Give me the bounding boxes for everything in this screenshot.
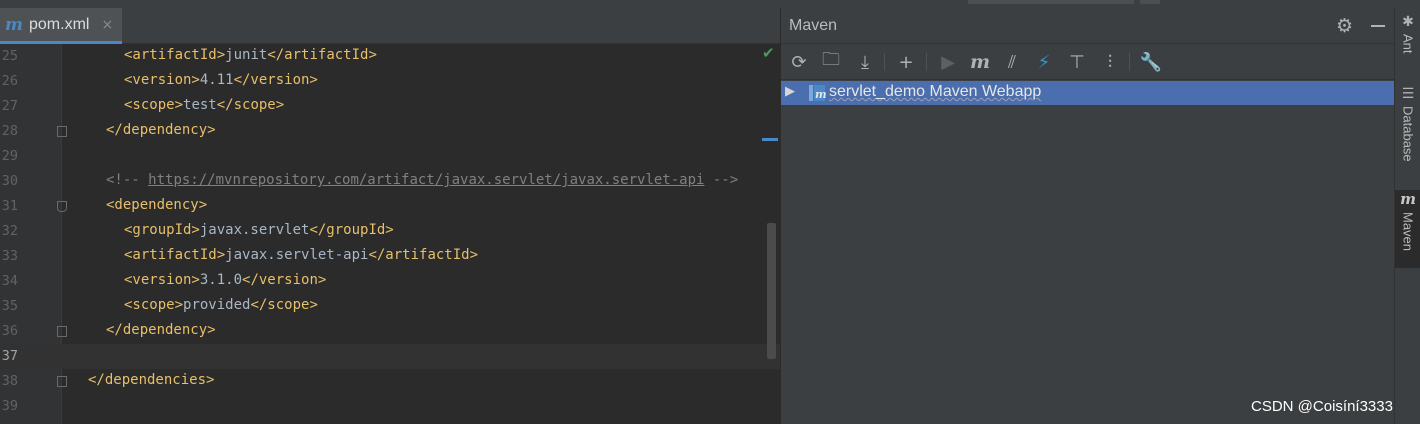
code-line[interactable]: 38 </dependencies> [0,369,780,394]
tree-row-servlet-demo[interactable]: ▶ m servlet_demo Maven Webapp [781,81,1395,105]
code-area[interactable]: 25 <artifactId>junit</artifactId> 26 <versi… [0,44,780,424]
right-tool-stripe: ✱ Ant ☰ Database m Maven [1394,8,1420,424]
code-text: </dependency> [106,322,216,338]
project-label: servlet_demo Maven Webapp [829,83,1042,100]
code-text: <version>3.1.0</version> [124,272,327,288]
skip-tests-icon[interactable]: ⚡ [1032,50,1056,74]
fold-close-icon[interactable] [57,376,67,387]
fold-open-icon[interactable] [57,201,67,212]
line-number: 27 [1,98,18,114]
code-line[interactable]: 28 </dependency> [0,119,780,144]
line-number: 33 [1,248,18,264]
line-number: 26 [1,73,18,89]
settings-wrench-icon[interactable]: 🔧 [1139,50,1163,74]
code-line[interactable]: 32 <groupId>javax.servlet</groupId> [0,219,780,244]
ant-icon: ✱ [1402,14,1414,30]
code-line[interactable]: 33 <artifactId>javax.servlet-api</artifac… [0,244,780,269]
code-line[interactable]: 29 [0,144,780,169]
code-line[interactable]: 30 <!-- https://mvnrepository.com/artifac… [0,169,780,194]
line-number: 37 [1,348,18,364]
line-number: 39 [1,398,18,414]
code-line[interactable]: 36 </dependency> [0,319,780,344]
line-number: 35 [1,298,18,314]
reload-icon[interactable]: ⟳ [787,50,811,74]
close-icon[interactable]: × [101,17,113,33]
show-dependencies-icon[interactable]: ⊤ [1065,50,1089,74]
line-number: 36 [1,323,18,339]
code-line[interactable]: 26 <version>4.11</version> [0,69,780,94]
editor-tab-bar: m pom.xml × [0,8,780,44]
code-text: <artifactId>javax.servlet-api</artifactI… [124,247,479,263]
tab-pom-xml[interactable]: m pom.xml × [0,8,122,44]
line-number: 25 [1,48,18,64]
line-number: 34 [1,273,18,289]
maven-title: Maven [789,17,838,34]
database-icon: ☰ [1401,86,1415,102]
code-text: </dependency> [106,122,216,138]
editor-scrollbar[interactable] [767,223,776,359]
code-line[interactable]: 35 <scope>provided</scope> [0,294,780,319]
maven-project-icon: m [809,85,826,101]
window-top-strip [0,0,1420,8]
database-tool-button[interactable]: ☰ Database [1395,86,1420,182]
code-text: <scope>provided</scope> [124,297,318,313]
code-line[interactable]: 34 <version>3.1.0</version> [0,269,780,294]
code-text: <dependency> [106,197,208,213]
toolbar-separator [1129,53,1130,71]
line-number: 32 [1,223,18,239]
maven-header: Maven ⚙ [781,8,1395,44]
code-line[interactable]: 27 <scope>test</scope> [0,94,780,119]
collapse-all-icon[interactable]: ⫶ [1098,50,1122,74]
maven-m-icon: m [5,14,23,35]
code-line[interactable]: 31 <dependency> [0,194,780,219]
generate-sources-icon[interactable]: 🗀 [819,49,843,74]
line-number: 29 [1,148,18,164]
execute-goal-icon[interactable]: m [968,50,992,74]
download-icon[interactable]: ⤓ [853,50,877,74]
ant-tool-button[interactable]: ✱ Ant [1395,14,1420,76]
maven-toolbar: ⟳ 🗀 ⤓ + ▶ m ⫽ ⚡ ⊤ ⫶ 🔧 [781,44,1395,80]
maven-tool-button[interactable]: m Maven [1395,190,1420,268]
code-text: <version>4.11</version> [124,72,318,88]
run-icon[interactable]: ▶ [936,50,960,74]
code-editor: m pom.xml × 25 <artifactId>junit</artifac… [0,8,780,424]
hide-panel-icon[interactable] [1371,25,1385,27]
code-text: </dependencies> [88,372,215,388]
inspection-ok-icon[interactable]: ✔ [762,44,775,62]
code-line[interactable]: 39 [0,394,780,419]
maven-label: Maven [1400,212,1416,252]
code-text: <artifactId>junit</artifactId> [124,47,377,63]
watermark: CSDN @Coisíní3333 [1251,398,1393,415]
line-number: 31 [1,198,18,214]
add-icon[interactable]: + [894,50,918,74]
line-number: 38 [1,373,18,389]
error-stripe-marker[interactable] [762,138,778,141]
code-text: <scope>test</scope> [124,97,285,113]
code-text: <groupId>javax.servlet</groupId> [124,222,394,238]
svg-text:m: m [815,88,826,101]
toolbar-separator [884,53,885,71]
toolbar-button[interactable] [1140,0,1160,4]
tab-label: pom.xml [29,15,90,33]
maven-tool-window: Maven ⚙ ⟳ 🗀 ⤓ + ▶ m ⫽ ⚡ ⊤ ⫶ 🔧 ▶ m servlet_demo Mav… [780,8,1395,424]
line-number: 28 [1,123,18,139]
fold-close-icon[interactable] [57,326,67,337]
expand-arrow-icon[interactable]: ▶ [785,84,795,99]
toolbar-separator [926,53,927,71]
gear-icon[interactable]: ⚙ [1336,15,1353,37]
ant-label: Ant [1400,34,1416,54]
run-config-selector[interactable] [968,0,1134,4]
toggle-offline-icon[interactable]: ⫽ [1000,50,1024,74]
fold-close-icon[interactable] [57,126,67,137]
code-line[interactable]: 37 [0,344,780,369]
database-label: Database [1400,106,1416,162]
maven-m-icon: m [1400,190,1416,208]
code-line[interactable]: 25 <artifactId>junit</artifactId> [0,44,780,69]
line-number: 30 [1,173,18,189]
code-text: <!-- https://mvnrepository.com/artifact/… [106,172,739,188]
maven-project-tree: ▶ m servlet_demo Maven Webapp [781,81,1395,424]
